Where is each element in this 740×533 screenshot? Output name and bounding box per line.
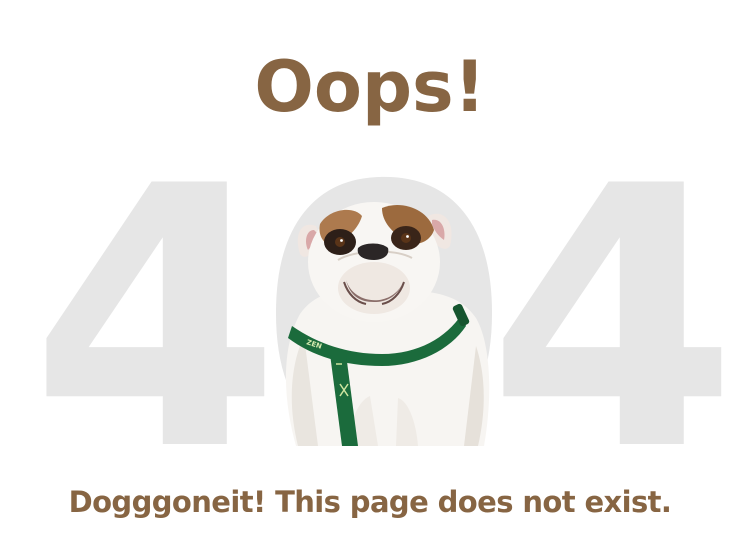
- page-title: Oops!: [254, 46, 486, 128]
- error-message: Dogggoneit! This page does not exist.: [68, 485, 672, 519]
- bulldog-icon: ZEN: [278, 196, 496, 446]
- not-found-page: Oops! 404: [0, 0, 740, 533]
